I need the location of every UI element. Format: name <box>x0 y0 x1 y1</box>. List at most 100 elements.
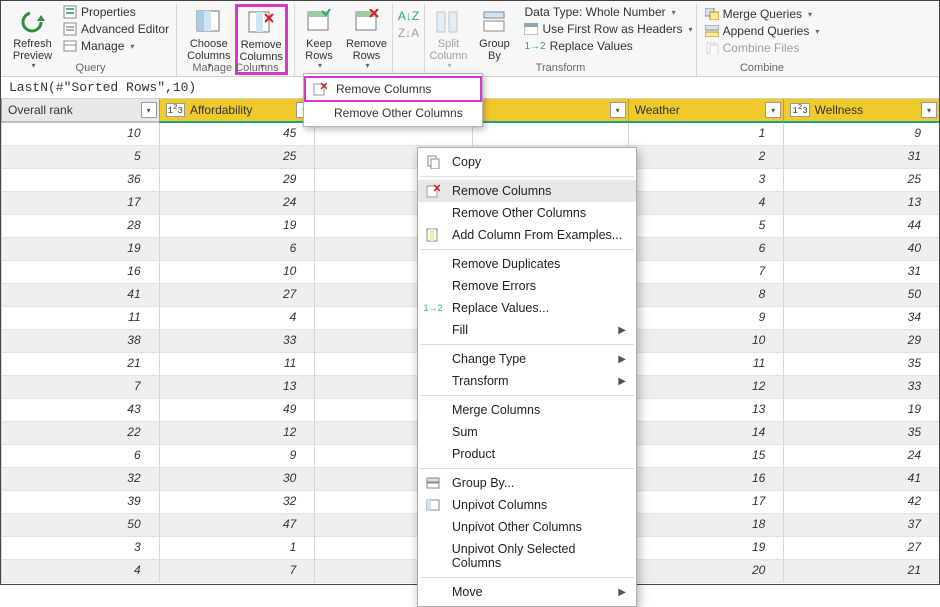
sort-asc-button[interactable]: A↓Z <box>395 8 422 24</box>
menu-remove-columns[interactable]: Remove Columns <box>418 180 636 202</box>
cell[interactable]: 47 <box>159 514 315 537</box>
cell[interactable]: 21 <box>783 560 939 583</box>
column-header[interactable]: 123Affordability▾ <box>159 99 315 123</box>
cell[interactable]: 31 <box>783 146 939 169</box>
cell[interactable]: 6 <box>628 238 784 261</box>
cell[interactable]: 19 <box>159 215 315 238</box>
cell[interactable]: 44 <box>783 215 939 238</box>
cell[interactable]: 24 <box>783 445 939 468</box>
cell[interactable]: 45 <box>159 123 315 146</box>
replace-values-button[interactable]: 1→2 Replace Values <box>521 38 695 54</box>
remove-other-columns-menuitem[interactable]: Remove Other Columns <box>304 102 482 124</box>
cell[interactable]: 27 <box>783 537 939 560</box>
cell[interactable]: 11 <box>159 353 315 376</box>
cell[interactable]: 32 <box>159 491 315 514</box>
cell[interactable]: 8 <box>628 284 784 307</box>
cell[interactable]: 4 <box>1 560 159 583</box>
cell[interactable]: 49 <box>159 399 315 422</box>
menu-unpivot[interactable]: Unpivot Columns <box>418 494 636 516</box>
cell[interactable]: 13 <box>783 192 939 215</box>
cell[interactable]: 18 <box>628 514 784 537</box>
cell[interactable]: 13 <box>159 376 315 399</box>
cell[interactable]: 31 <box>783 261 939 284</box>
cell[interactable]: 10 <box>628 330 784 353</box>
cell[interactable]: 38 <box>1 330 159 353</box>
menu-remove-errors[interactable]: Remove Errors <box>418 275 636 297</box>
cell[interactable]: 21 <box>1 353 159 376</box>
cell[interactable]: 24 <box>159 192 315 215</box>
sort-desc-button[interactable]: Z↓A <box>395 25 422 41</box>
cell[interactable]: 14 <box>628 422 784 445</box>
cell[interactable]: 33 <box>159 330 315 353</box>
properties-button[interactable]: Properties <box>60 4 172 20</box>
cell[interactable]: 25 <box>159 146 315 169</box>
cell[interactable]: 17 <box>628 491 784 514</box>
cell[interactable]: 9 <box>628 307 784 330</box>
menu-remove-duplicates[interactable]: Remove Duplicates <box>418 253 636 275</box>
cell[interactable]: 30 <box>159 468 315 491</box>
cell[interactable]: 11 <box>1 307 159 330</box>
cell[interactable]: 32 <box>1 468 159 491</box>
column-header[interactable]: 123Wellness▾ <box>783 99 939 123</box>
cell[interactable]: 42 <box>783 491 939 514</box>
cell[interactable]: 27 <box>159 284 315 307</box>
cell[interactable]: 33 <box>783 376 939 399</box>
cell[interactable]: 50 <box>1 514 159 537</box>
cell[interactable]: 39 <box>1 491 159 514</box>
filter-button[interactable]: ▾ <box>765 102 781 118</box>
menu-fill[interactable]: Fill ▶ <box>418 319 636 341</box>
cell[interactable]: 5 <box>628 215 784 238</box>
menu-remove-other[interactable]: Remove Other Columns <box>418 202 636 224</box>
menu-merge-columns[interactable]: Merge Columns <box>418 399 636 421</box>
menu-change-type[interactable]: Change Type ▶ <box>418 348 636 370</box>
cell[interactable]: 15 <box>628 445 784 468</box>
manage-button[interactable]: Manage <box>60 38 172 54</box>
cell[interactable]: 19 <box>1 238 159 261</box>
menu-replace-values[interactable]: 1→2 Replace Values... <box>418 297 636 319</box>
cell[interactable]: 6 <box>1 445 159 468</box>
append-queries-button[interactable]: Append Queries <box>702 23 823 39</box>
cell[interactable]: 29 <box>783 330 939 353</box>
menu-copy[interactable]: Copy <box>418 151 636 173</box>
cell[interactable]: 17 <box>1 192 159 215</box>
menu-product[interactable]: Product <box>418 443 636 465</box>
first-row-headers-button[interactable]: Use First Row as Headers <box>521 21 695 37</box>
cell[interactable]: 25 <box>783 169 939 192</box>
cell[interactable]: 7 <box>1 376 159 399</box>
cell[interactable]: 4 <box>159 307 315 330</box>
cell[interactable]: 12 <box>159 422 315 445</box>
cell[interactable]: 6 <box>159 238 315 261</box>
cell[interactable] <box>472 123 628 146</box>
cell[interactable]: 5 <box>1 146 159 169</box>
column-header[interactable]: ▾ <box>472 99 628 123</box>
filter-button[interactable]: ▾ <box>921 102 937 118</box>
cell[interactable]: 50 <box>783 284 939 307</box>
cell[interactable]: 7 <box>628 261 784 284</box>
menu-move[interactable]: Move ▶ <box>418 581 636 603</box>
cell[interactable]: 3 <box>628 169 784 192</box>
column-header[interactable]: Weather▾ <box>628 99 784 123</box>
cell[interactable]: 40 <box>783 238 939 261</box>
cell[interactable]: 35 <box>783 353 939 376</box>
data-type-button[interactable]: Data Type: Whole Number <box>521 4 695 20</box>
cell[interactable]: 19 <box>783 399 939 422</box>
cell[interactable]: 35 <box>783 422 939 445</box>
cell[interactable]: 1 <box>628 123 784 146</box>
cell[interactable]: 1 <box>159 537 315 560</box>
keep-rows-button[interactable]: Keep Rows <box>296 4 342 73</box>
menu-transform[interactable]: Transform ▶ <box>418 370 636 392</box>
cell[interactable]: 19 <box>628 537 784 560</box>
cell[interactable]: 11 <box>628 353 784 376</box>
combine-files-button[interactable]: Combine Files <box>702 40 823 56</box>
cell[interactable]: 7 <box>159 560 315 583</box>
cell[interactable]: 12 <box>628 376 784 399</box>
cell[interactable]: 28 <box>1 215 159 238</box>
cell[interactable]: 41 <box>1 284 159 307</box>
remove-columns-menuitem[interactable]: Remove Columns <box>304 76 482 102</box>
cell[interactable]: 10 <box>159 261 315 284</box>
menu-group-by[interactable]: Group By... <box>418 472 636 494</box>
advanced-editor-button[interactable]: Advanced Editor <box>60 21 172 37</box>
cell[interactable]: 10 <box>1 123 159 146</box>
cell[interactable]: 36 <box>1 169 159 192</box>
cell[interactable]: 20 <box>628 560 784 583</box>
